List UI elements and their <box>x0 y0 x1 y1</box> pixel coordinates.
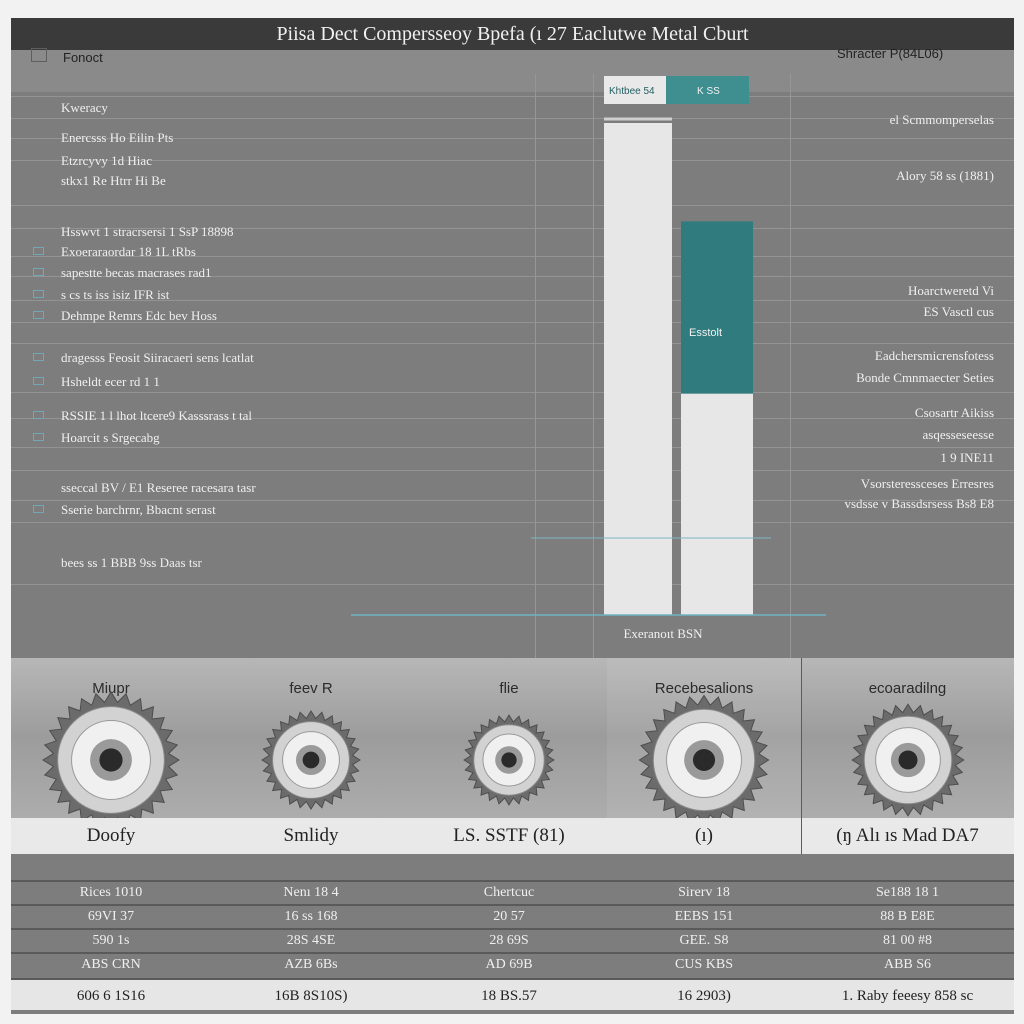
table-cell: 88 B E8E <box>880 909 935 924</box>
gear-bore <box>692 748 716 772</box>
table-cell: Chertcuc <box>483 885 535 900</box>
row-separator <box>11 978 1014 980</box>
bar-series-b-upper <box>681 221 753 394</box>
gear-label: Doofy <box>11 818 211 854</box>
table-cell: 16 ss 168 <box>284 909 338 924</box>
table-cell: GEE. S8 <box>679 933 729 948</box>
gear-cell: Miupr Doofy <box>11 658 211 854</box>
bar-series-b-lower <box>681 393 753 615</box>
table-cell: AZB 6Bs <box>284 957 338 972</box>
gear-cell: ecoaradilng (ŋ Alı ıs Mad DA7 <box>801 658 1014 854</box>
gear-row: Miupr Doofy feev R Smlidy flie LS. SSTF (81) R… <box>11 658 1014 854</box>
gear-cell: flie LS. SSTF (81) <box>411 658 607 854</box>
gear-bore <box>99 748 123 772</box>
table-row: 69VI 37 16 ss 168 20 57 EEBS 151 88 B E8E <box>11 906 1014 928</box>
legend-label: K SS <box>697 86 720 97</box>
table-cell: 81 00 #8 <box>883 933 932 948</box>
gear-label: (ŋ Alı ıs Mad DA7 <box>801 818 1014 854</box>
table-cell: 18 BS.57 <box>481 988 537 1004</box>
table-cell: Nenı 18 4 <box>283 885 339 900</box>
gear-title: feev R <box>289 680 333 697</box>
table-cell: 16B 8S10S) <box>274 988 348 1004</box>
bar-series-a <box>604 123 672 615</box>
table-cell: 1. Raby feeesy 858 sc <box>841 988 974 1004</box>
gear-bore <box>897 750 918 770</box>
gear-title: ecoaradilng <box>868 680 947 697</box>
legend-label: Khtbee 54 <box>609 86 655 97</box>
table-cell: 16 2903) <box>677 988 731 1004</box>
x-axis-label: Exeranoıt BSN <box>623 626 703 641</box>
table-cell: 590 1s <box>92 933 130 948</box>
gear-label: LS. SSTF (81) <box>411 818 607 854</box>
table-cell: EEBS 151 <box>674 909 734 924</box>
gear-icon <box>850 703 965 817</box>
gear-cell: feev R Smlidy <box>211 658 411 854</box>
gear-bore <box>302 751 320 769</box>
table-cell: 20 57 <box>493 909 525 924</box>
gear-icon <box>42 691 180 829</box>
table-cell: 606 6 1S16 <box>76 988 146 1004</box>
table-cell: Sirerv 18 <box>678 885 730 900</box>
table-cell: ABB S6 <box>883 957 932 972</box>
table-cell: Rices 1010 <box>79 885 143 900</box>
table-cell: 69VI 37 <box>87 909 135 924</box>
table-cell: 28S 4SE <box>286 933 336 948</box>
table-cell: AD 69B <box>485 957 533 972</box>
gear-icon <box>463 714 555 806</box>
gear-cell: Recebesalions (ı) <box>607 658 801 854</box>
table-cell: CUS KBS <box>675 957 733 972</box>
table-cell: Se188 18 1 <box>876 885 939 900</box>
table-row: Rices 1010 Nenı 18 4 Chertcuc Sirerv 18 Se18… <box>11 882 1014 904</box>
gear-label: Smlidy <box>211 818 411 854</box>
gear-title: flie <box>499 680 519 697</box>
app-window: Piisa Dect Compersseoy Bpefa (ı 27 Eaclu… <box>11 18 1014 1014</box>
bar-chart: Khtbee 54 K SS Esstolt Exeranoıt BSN <box>351 76 826 641</box>
table-row: ABS CRN AZB 6Bs AD 69B CUS KBS ABB S6 <box>11 954 1014 976</box>
gear-label: (ı) <box>607 818 801 854</box>
gear-divider <box>801 658 802 854</box>
table-cell: 28 69S <box>489 933 529 948</box>
gear-icon <box>261 710 361 810</box>
table-row: 590 1s 28S 4SE 28 69S GEE. S8 81 00 #8 <box>11 930 1014 952</box>
bar-label: Esstolt <box>689 327 722 339</box>
gear-icon <box>638 694 770 826</box>
table-row: 606 6 1S16 16B 8S10S) 18 BS.57 16 2903) 1. R… <box>11 982 1014 1010</box>
table-cell: ABS CRN <box>81 957 141 972</box>
gear-bore <box>501 752 517 768</box>
